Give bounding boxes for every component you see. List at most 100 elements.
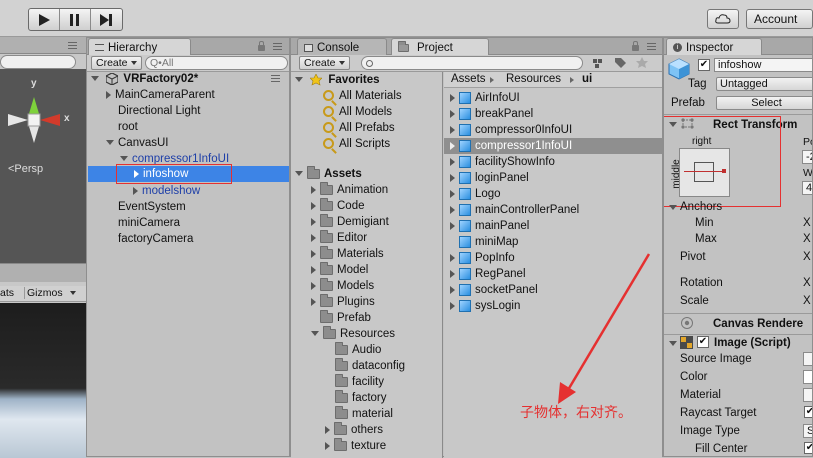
prefab-item[interactable]: compressor0InfoUI — [450, 122, 572, 138]
favorite-item[interactable]: All Prefabs — [323, 120, 395, 136]
asset-folder[interactable]: Resources — [311, 325, 395, 342]
scene-row-menu-icon[interactable] — [271, 75, 280, 82]
hierarchy-item[interactable]: factoryCamera — [118, 231, 193, 247]
stats-button[interactable]: ats — [0, 287, 14, 299]
object-name-field[interactable]: infoshow — [714, 58, 812, 72]
project-search-input[interactable] — [361, 56, 583, 70]
project-lock-icon[interactable] — [632, 41, 639, 51]
expand-arrow-icon[interactable] — [669, 205, 677, 210]
breadcrumb-assets[interactable]: Assets — [451, 73, 486, 85]
asset-folder[interactable]: Editor — [311, 229, 367, 246]
step-button[interactable] — [91, 9, 122, 30]
source-image-field[interactable] — [803, 352, 812, 366]
width-field[interactable]: 48 — [802, 181, 812, 195]
prefab-item[interactable]: miniMap — [459, 234, 518, 250]
material-field[interactable] — [803, 388, 812, 402]
resources-folder[interactable]: material — [335, 405, 393, 422]
hierarchy-menu-icon[interactable] — [273, 43, 282, 50]
prefab-label: socketPanel — [475, 284, 538, 296]
scene-search-input[interactable] — [0, 55, 76, 69]
prefab-item[interactable]: PopInfo — [450, 250, 515, 266]
image-enabled-checkbox[interactable]: ✔ — [697, 336, 709, 348]
assets-header[interactable]: Assets — [295, 165, 362, 182]
cloud-button[interactable] — [707, 9, 739, 29]
favorite-star-icon[interactable] — [635, 56, 651, 70]
prefab-item[interactable]: sysLogin — [450, 298, 520, 314]
breadcrumb-ui[interactable]: ui — [582, 73, 592, 85]
fill-center-checkbox[interactable]: ✔ — [804, 442, 812, 454]
scene-gizmo[interactable] — [2, 77, 82, 157]
hierarchy-create-button[interactable]: Create — [91, 56, 142, 70]
asset-folder[interactable]: Model — [311, 261, 368, 278]
asset-folder[interactable]: Code — [311, 197, 365, 214]
favorite-item[interactable]: All Scripts — [323, 136, 390, 152]
prefab-item[interactable]: facilityShowInfo — [450, 154, 555, 170]
tab-inspector[interactable]: i Inspector — [666, 38, 762, 55]
filter-type-icon[interactable] — [591, 56, 607, 70]
image-type-dropdown[interactable]: S — [803, 424, 812, 438]
prefab-item[interactable]: mainPanel — [450, 218, 529, 234]
favorite-item[interactable]: All Materials — [323, 88, 402, 104]
resources-folder-label: others — [351, 424, 383, 436]
favorites-header[interactable]: Favorites — [295, 72, 380, 88]
persp-label[interactable]: <Persp — [8, 163, 43, 175]
prefab-item[interactable]: RegPanel — [450, 266, 526, 282]
asset-folder[interactable]: Animation — [311, 181, 388, 198]
project-menu-icon[interactable] — [647, 43, 656, 50]
tab-console[interactable]: Console — [297, 38, 387, 55]
hierarchy-item[interactable]: miniCamera — [118, 215, 180, 231]
asset-folder[interactable]: Plugins — [311, 293, 375, 310]
resources-folder-label: Audio — [352, 344, 382, 356]
tab-hierarchy[interactable]: Hierarchy — [88, 38, 191, 55]
prefab-item[interactable]: AirInfoUI — [450, 90, 520, 106]
hierarchy-lock-icon[interactable] — [258, 41, 265, 51]
prefab-item[interactable]: Logo — [450, 186, 501, 202]
resources-folder[interactable]: facility — [335, 373, 384, 390]
expand-arrow-icon — [325, 441, 330, 450]
scene-subbar — [0, 54, 86, 69]
prefab-item-selected[interactable]: compressor1InfoUI — [444, 138, 662, 154]
hierarchy-item[interactable]: EventSystem — [118, 199, 186, 215]
resources-folder[interactable]: dataconfig — [335, 357, 405, 374]
scene-menu-icon[interactable] — [68, 42, 77, 49]
breadcrumb-resources[interactable]: Resources — [506, 73, 561, 85]
prefab-select-button[interactable]: Select — [716, 96, 812, 110]
hierarchy-item[interactable]: Directional Light — [118, 103, 200, 119]
project-tabbar: Console Project — [291, 38, 662, 55]
prefab-item[interactable]: loginPanel — [450, 170, 529, 186]
raycast-target-checkbox[interactable]: ✔ — [804, 406, 812, 418]
resources-folder[interactable]: factory — [335, 389, 387, 406]
scene-view[interactable]: y x <Persp — [0, 37, 86, 263]
prefab-item[interactable]: mainControllerPanel — [450, 202, 579, 218]
gizmos-dropdown-icon[interactable] — [70, 291, 76, 295]
pos-x-field[interactable]: -2 — [802, 150, 812, 164]
filter-label-icon[interactable] — [613, 56, 629, 70]
color-swatch[interactable] — [803, 370, 812, 384]
tab-project[interactable]: Project — [391, 38, 489, 55]
resources-folder[interactable]: others — [325, 421, 383, 438]
hierarchy-item[interactable]: modelshow — [133, 183, 200, 199]
prefab-item[interactable]: socketPanel — [450, 282, 538, 298]
resources-folder[interactable]: texture — [325, 437, 386, 454]
asset-folder[interactable]: Models — [311, 277, 374, 294]
tag-dropdown[interactable]: Untagged — [716, 77, 812, 91]
hierarchy-scene-root[interactable]: VRFactory02* — [91, 71, 289, 87]
pause-button[interactable] — [60, 9, 91, 30]
hierarchy-item[interactable]: root — [118, 119, 138, 135]
project-create-button[interactable]: Create — [299, 56, 350, 70]
prefab-item[interactable]: breakPanel — [450, 106, 533, 122]
asset-folder[interactable]: Materials — [311, 245, 384, 262]
active-checkbox[interactable]: ✔ — [698, 59, 710, 71]
favorite-item[interactable]: All Models — [323, 104, 392, 120]
expand-arrow-icon[interactable] — [669, 341, 677, 346]
gizmos-button[interactable]: Gizmos — [24, 287, 63, 299]
account-button[interactable]: Account — [746, 9, 813, 29]
asset-folder[interactable]: Prefab — [320, 309, 371, 326]
resources-folder[interactable]: Audio — [335, 341, 382, 358]
play-button[interactable] — [29, 9, 60, 30]
hierarchy-item[interactable]: CanvasUI — [106, 135, 169, 151]
hierarchy-search-input[interactable]: Q•All — [145, 56, 288, 70]
expand-arrow-icon — [311, 201, 316, 210]
hierarchy-item[interactable]: MainCameraParent — [106, 87, 215, 103]
asset-folder[interactable]: Demigiant — [311, 213, 389, 230]
